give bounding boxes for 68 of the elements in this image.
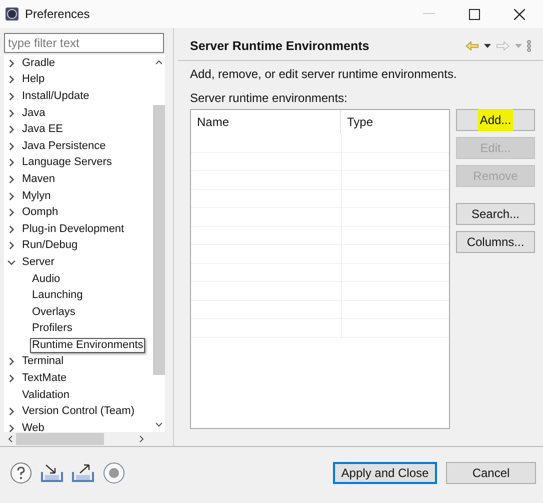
help-icon[interactable] <box>10 462 32 484</box>
tree-item[interactable]: Java Persistence <box>20 138 108 154</box>
tree-item[interactable]: Terminal <box>20 354 66 370</box>
scrollbar-thumb[interactable] <box>16 433 104 445</box>
tree-item[interactable]: Java EE <box>20 122 65 138</box>
tree-item[interactable]: Help <box>20 72 47 88</box>
dropdown-icon[interactable] <box>484 44 491 48</box>
collapsed-chevron-icon[interactable] <box>7 192 16 201</box>
tree-item[interactable]: Runtime Environments <box>30 338 146 353</box>
tree-item[interactable]: Language Servers <box>20 155 114 170</box>
tree-item[interactable]: Overlays <box>30 304 78 320</box>
column-header[interactable]: Name <box>191 110 341 134</box>
runtime-table[interactable]: Name Type <box>190 109 450 429</box>
scroll-left-icon[interactable] <box>7 435 13 443</box>
export-icon[interactable] <box>72 463 94 483</box>
record-icon[interactable] <box>103 462 125 484</box>
close-icon[interactable] <box>514 8 525 20</box>
expanded-chevron-icon[interactable] <box>7 258 16 267</box>
import-icon[interactable] <box>41 463 63 483</box>
collapsed-chevron-icon[interactable] <box>7 174 16 184</box>
scroll-down-icon[interactable] <box>154 422 162 428</box>
table-label: Server runtime environments: <box>190 91 348 107</box>
tree-item[interactable]: Audio <box>30 272 62 287</box>
tree-item[interactable]: Version Control (Team) <box>20 404 136 420</box>
maximize-icon[interactable] <box>469 8 480 20</box>
side-button[interactable]: Columns... <box>456 231 535 253</box>
scroll-up-icon[interactable] <box>154 59 162 65</box>
dialog-button[interactable]: Cancel <box>446 462 536 484</box>
collapsed-chevron-icon[interactable] <box>7 208 16 218</box>
more-icon[interactable] <box>527 40 531 52</box>
tree-item[interactable]: Run/Debug <box>20 238 80 254</box>
app-icon <box>5 7 19 21</box>
side-button[interactable]: Search... <box>456 203 535 225</box>
description-text: Add, remove, or edit server runtime environments. <box>190 67 458 83</box>
window-title: Preferences <box>25 7 90 21</box>
scrollbar-thumb[interactable] <box>152 105 164 375</box>
scroll-right-icon[interactable] <box>139 435 145 443</box>
collapsed-chevron-icon[interactable] <box>7 92 16 101</box>
tree-item[interactable]: Java <box>20 106 48 121</box>
tree-item[interactable]: Profilers <box>30 321 74 336</box>
tree-item[interactable]: Web <box>20 420 46 432</box>
dialog-button[interactable]: Apply and Close <box>333 462 437 484</box>
tree-item[interactable]: Gradle <box>20 56 58 71</box>
collapsed-chevron-icon[interactable] <box>7 58 16 68</box>
collapsed-chevron-icon[interactable] <box>7 125 16 134</box>
column-header[interactable]: Type <box>341 110 374 134</box>
collapsed-chevron-icon[interactable] <box>7 75 16 84</box>
tree-item[interactable]: Install/Update <box>20 88 92 104</box>
collapsed-chevron-icon[interactable] <box>7 142 16 151</box>
collapsed-chevron-icon[interactable] <box>7 424 16 432</box>
filter-field[interactable]: type filter text <box>4 33 164 53</box>
collapsed-chevron-icon[interactable] <box>7 224 16 234</box>
tree-item[interactable]: Server <box>20 254 56 270</box>
tree-item[interactable]: Mylyn <box>20 188 53 204</box>
tree-item[interactable]: Validation <box>20 388 72 403</box>
collapsed-chevron-icon[interactable] <box>7 108 16 118</box>
tree-item[interactable]: Plug-in Development <box>20 222 126 237</box>
collapsed-chevron-icon[interactable] <box>7 357 16 366</box>
side-button[interactable]: Add... <box>456 109 535 131</box>
tree-item[interactable]: TextMate <box>20 371 69 386</box>
page-title: Server Runtime Environments <box>190 38 370 52</box>
tree-item[interactable]: Launching <box>30 288 85 304</box>
collapsed-chevron-icon[interactable] <box>7 407 16 416</box>
collapsed-chevron-icon[interactable] <box>7 374 16 384</box>
collapsed-chevron-icon[interactable] <box>7 158 16 168</box>
tree-item[interactable]: Maven <box>20 172 58 187</box>
collapsed-chevron-icon[interactable] <box>7 241 16 250</box>
tree-item[interactable]: Oomph <box>20 205 60 220</box>
